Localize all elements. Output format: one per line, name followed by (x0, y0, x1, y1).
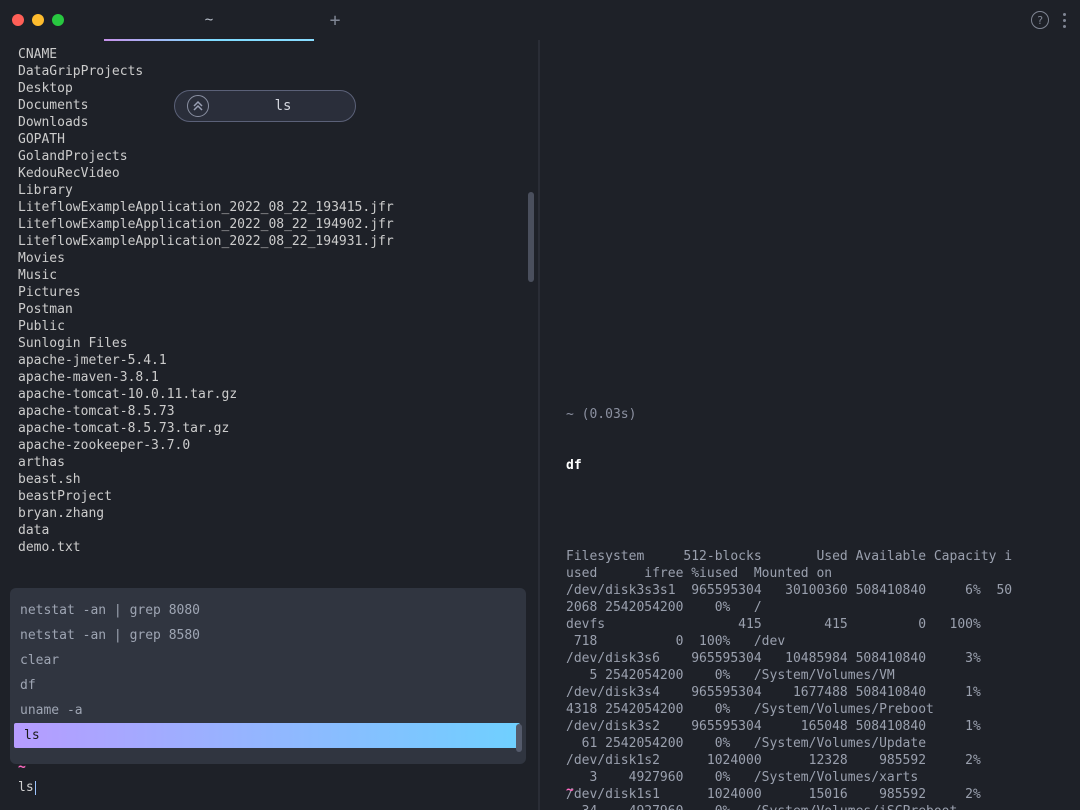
chevron-up-double-icon (187, 95, 209, 117)
prompt-path: ~ (18, 758, 36, 778)
pane-left: CNAMEDataGripProjectsDesktopDocumentsDow… (0, 40, 540, 810)
prompt-path-right: ~ (566, 783, 574, 798)
block-command: df (566, 457, 1062, 474)
menu-icon[interactable] (1063, 13, 1066, 28)
file-entry: CNAME (18, 46, 538, 63)
output-line: /dev/disk3s2 965595304 165048 508410840 … (566, 718, 1062, 735)
new-tab-button[interactable]: + (320, 5, 350, 35)
file-entry: Pictures (18, 284, 538, 301)
history-item[interactable]: netstat -an | grep 8580 (10, 623, 526, 648)
file-entry: apache-tomcat-10.0.11.tar.gz (18, 386, 538, 403)
minimize-window-button[interactable] (32, 14, 44, 26)
tab-bar: ~ + (104, 0, 350, 40)
file-entry: apache-tomcat-8.5.73 (18, 403, 538, 420)
scrollbar-thumb[interactable] (528, 192, 534, 282)
file-entry: Movies (18, 250, 538, 267)
file-entry: Library (18, 182, 538, 199)
output-line: 2068 2542054200 0% / (566, 599, 1062, 616)
output-line: 3 4927960 0% /System/Volumes/xarts (566, 769, 1062, 786)
text-cursor (35, 781, 36, 795)
output-line: 61 2542054200 0% /System/Volumes/Update (566, 735, 1062, 752)
output-line: 5 2542054200 0% /System/Volumes/VM (566, 667, 1062, 684)
file-entry: demo.txt (18, 539, 538, 556)
file-entry: GolandProjects (18, 148, 538, 165)
output-line: /dev/disk1s1 1024000 15016 985592 2% (566, 786, 1062, 803)
file-entry: apache-zookeeper-3.7.0 (18, 437, 538, 454)
prompt-input[interactable]: ls (18, 780, 36, 795)
command-history-panel: netstat -an | grep 8080netstat -an | gre… (10, 588, 526, 764)
file-entry: apache-tomcat-8.5.73.tar.gz (18, 420, 538, 437)
output-line: /dev/disk1s2 1024000 12328 985592 2% (566, 752, 1062, 769)
file-entry: KedouRecVideo (18, 165, 538, 182)
pane-right: ~ (0.03s) df Filesystem 512-blocks Used … (540, 40, 1080, 810)
window-controls (12, 14, 64, 26)
titlebar-actions: ? (1031, 0, 1066, 40)
tab-home[interactable]: ~ (104, 0, 314, 40)
file-entry: apache-maven-3.8.1 (18, 369, 538, 386)
close-window-button[interactable] (12, 14, 24, 26)
maximize-window-button[interactable] (52, 14, 64, 26)
history-item[interactable]: df (10, 673, 526, 698)
file-entry: GOPATH (18, 131, 538, 148)
file-entry: Sunlogin Files (18, 335, 538, 352)
ai-suggestion-pill[interactable]: ls (174, 90, 356, 122)
tab-label: ~ (205, 12, 213, 28)
file-entry: arthas (18, 454, 538, 471)
workspace: CNAMEDataGripProjectsDesktopDocumentsDow… (0, 40, 1080, 810)
output-line: Filesystem 512-blocks Used Available Cap… (566, 548, 1062, 565)
output-line: 4318 2542054200 0% /System/Volumes/Prebo… (566, 701, 1062, 718)
file-entry: data (18, 522, 538, 539)
ai-suggestion-text: ls (223, 98, 343, 114)
prompt-typed: ls (18, 780, 34, 795)
file-entry: DataGripProjects (18, 63, 538, 80)
history-scrollbar-thumb[interactable] (516, 724, 522, 752)
block-header: ~ (0.03s) (566, 406, 1062, 423)
output-line: used ifree %iused Mounted on (566, 565, 1062, 582)
titlebar: ~ + ? (0, 0, 1080, 40)
file-entry: Music (18, 267, 538, 284)
help-icon[interactable]: ? (1031, 11, 1049, 29)
history-item[interactable]: ls (14, 723, 520, 748)
df-output-block: ~ (0.03s) df Filesystem 512-blocks Used … (566, 372, 1062, 810)
output-line: /dev/disk3s6 965595304 10485984 50841084… (566, 650, 1062, 667)
output-line: /dev/disk3s4 965595304 1677488 508410840… (566, 684, 1062, 701)
output-line: devfs 415 415 0 100% (566, 616, 1062, 633)
plus-icon: + (330, 10, 341, 31)
file-entry: beastProject (18, 488, 538, 505)
history-item[interactable]: clear (10, 648, 526, 673)
prompt-block: ~ ls (18, 758, 36, 798)
history-item[interactable]: netstat -an | grep 8080 (10, 598, 526, 623)
output-line: 718 0 100% /dev (566, 633, 1062, 650)
file-entry: LiteflowExampleApplication_2022_08_22_19… (18, 216, 538, 233)
file-entry: LiteflowExampleApplication_2022_08_22_19… (18, 199, 538, 216)
history-item[interactable]: uname -a (10, 698, 526, 723)
file-entry: bryan.zhang (18, 505, 538, 522)
file-entry: LiteflowExampleApplication_2022_08_22_19… (18, 233, 538, 250)
file-entry: beast.sh (18, 471, 538, 488)
file-entry: apache-jmeter-5.4.1 (18, 352, 538, 369)
file-entry: Public (18, 318, 538, 335)
output-line: 34 4927960 0% /System/Volumes/iSCPreboot (566, 803, 1062, 810)
file-entry: Postman (18, 301, 538, 318)
output-line: /dev/disk3s3s1 965595304 30100360 508410… (566, 582, 1062, 599)
